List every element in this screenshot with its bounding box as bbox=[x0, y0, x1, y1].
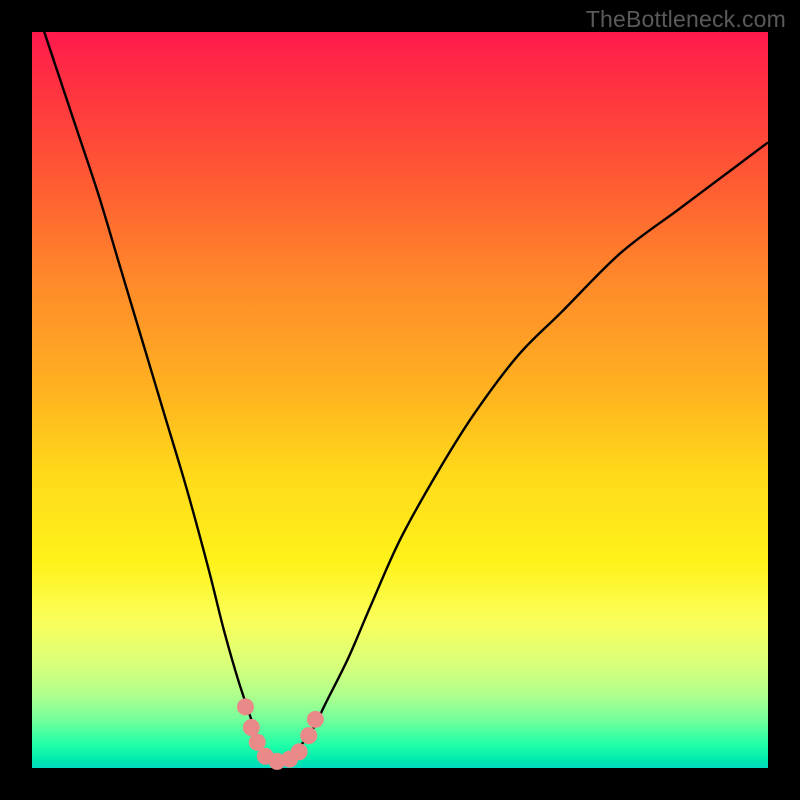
marker-group bbox=[237, 698, 324, 769]
curve-group bbox=[32, 0, 768, 763]
watermark-text: TheBottleneck.com bbox=[586, 6, 786, 33]
curve-marker bbox=[307, 711, 324, 728]
curve-marker bbox=[291, 743, 308, 760]
bottleneck-curve-path bbox=[32, 0, 768, 763]
curve-marker bbox=[237, 698, 254, 715]
curve-marker bbox=[243, 719, 260, 736]
bottleneck-curve-svg bbox=[32, 32, 768, 768]
curve-marker bbox=[300, 727, 317, 744]
